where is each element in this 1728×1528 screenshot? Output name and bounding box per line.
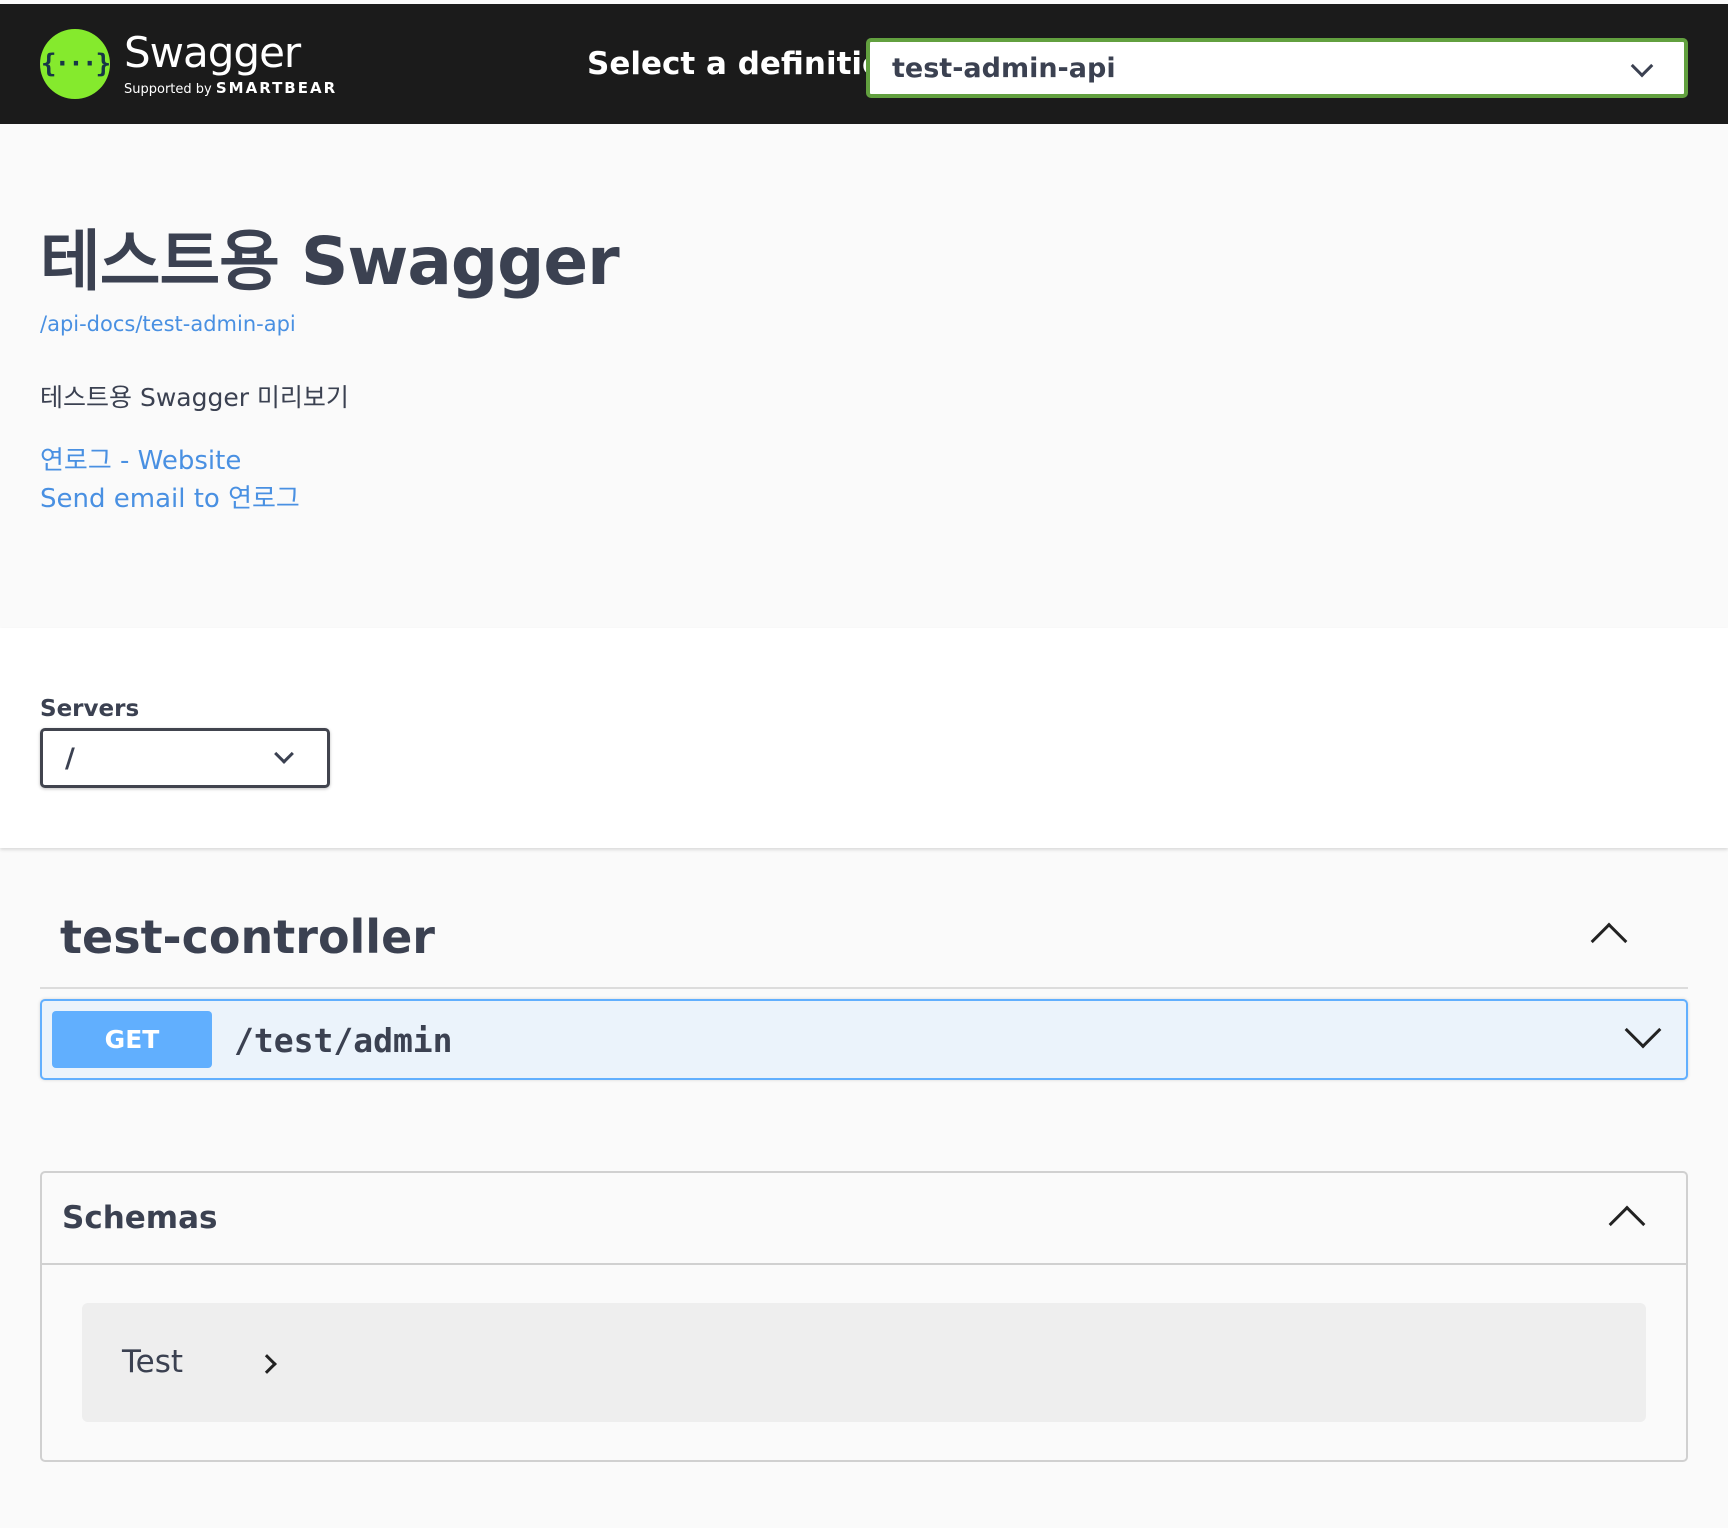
chevron-down-icon[interactable] — [1624, 1011, 1662, 1049]
definition-selected-value: test-admin-api — [892, 52, 1116, 84]
chevron-up-icon[interactable] — [1608, 1205, 1646, 1243]
definition-select[interactable]: test-admin-api — [866, 38, 1688, 98]
contact-email-link[interactable]: Send email to 연로그 — [40, 480, 1640, 518]
schemas-section: Schemas Test — [40, 1171, 1688, 1462]
tag-name: test-controller — [60, 910, 435, 964]
api-info: 테스트용 Swagger /api-docs/test-admin-api 테스… — [40, 220, 1640, 518]
tag-header-test-controller[interactable]: test-controller — [40, 895, 1688, 989]
schemas-header[interactable]: Schemas — [42, 1173, 1686, 1265]
chevron-down-icon — [274, 744, 294, 764]
logo-supported-by: Supported by — [124, 82, 212, 97]
logo-text: Swagger Supported by SMARTBEAR — [124, 28, 337, 98]
swagger-logo-icon: {···} — [40, 29, 111, 99]
api-description: 테스트용 Swagger 미리보기 — [40, 383, 349, 412]
logo-subtitle: Supported by SMARTBEAR — [124, 79, 337, 97]
swagger-logo[interactable]: {···} Swagger Supported by SMARTBEAR — [40, 24, 337, 104]
operation-path: /test/admin — [234, 1021, 453, 1060]
topbar: {···} Swagger Supported by SMARTBEAR Sel… — [0, 4, 1728, 124]
method-badge: GET — [52, 1011, 212, 1068]
definition-label: Select a definition — [587, 46, 906, 82]
chevron-up-icon[interactable] — [1590, 922, 1628, 960]
model-name: Test — [122, 1344, 184, 1380]
servers-label: Servers — [40, 696, 140, 722]
servers-section: Servers / — [0, 628, 1728, 848]
servers-select[interactable]: / — [40, 728, 330, 788]
contact-website-link[interactable]: 연로그 - Website — [40, 442, 1640, 480]
servers-selected-value: / — [65, 742, 75, 774]
page-title: 테스트용 Swagger — [40, 223, 620, 300]
chevron-right-icon[interactable] — [257, 1354, 277, 1374]
schemas-title: Schemas — [62, 1200, 218, 1236]
model-item[interactable]: Test — [82, 1303, 1646, 1422]
spec-url-link[interactable]: /api-docs/test-admin-api — [40, 312, 1640, 336]
operation-get-test-admin[interactable]: GET /test/admin — [40, 999, 1688, 1080]
logo-brand: SMARTBEAR — [215, 79, 338, 97]
chevron-down-icon — [1630, 54, 1654, 78]
logo-name: Swagger — [124, 28, 301, 77]
